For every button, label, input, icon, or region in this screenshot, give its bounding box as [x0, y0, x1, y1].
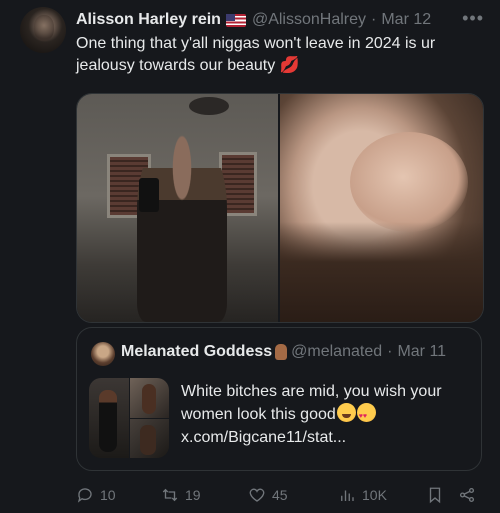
quoted-media-thumbnail[interactable] — [89, 378, 169, 458]
views-button[interactable]: 10K — [338, 486, 387, 504]
bookmark-icon — [429, 487, 441, 504]
bookmark-button[interactable] — [426, 486, 444, 504]
quoted-header: Melanated Goddess @melanated · Mar 11 — [121, 343, 446, 361]
us-flag-icon — [225, 13, 246, 27]
quoted-handle: @melanated — [291, 343, 383, 360]
kiss-emoji: 💋 — [279, 57, 300, 74]
author-handle[interactable]: @AlissonHalrey — [252, 11, 366, 29]
action-bar: 10 19 45 10K — [76, 486, 486, 506]
separator-dot: · — [387, 343, 393, 360]
quoted-text-line: White bitches are mid, you wish your wom… — [181, 383, 442, 423]
quoted-link: x.com/Bigcane11/stat... — [181, 429, 347, 446]
thumb-image-1 — [89, 378, 129, 458]
heart-eyes-emoji-icon — [356, 403, 376, 428]
views-icon — [341, 490, 354, 501]
rolling-laughing-emoji-icon — [336, 403, 356, 422]
quoted-date: Mar 11 — [397, 343, 447, 360]
author-avatar[interactable] — [20, 7, 66, 53]
hair-shape — [280, 222, 483, 322]
quoted-text: White bitches are mid, you wish your wom… — [181, 380, 471, 449]
quoted-author-avatar — [91, 342, 115, 366]
reply-count: 10 — [100, 487, 116, 503]
reply-button[interactable]: 10 — [76, 486, 116, 504]
tweet-text: One thing that y'all niggas won't leave … — [76, 33, 476, 77]
tweet-date[interactable]: Mar 12 — [381, 11, 431, 29]
quoted-tweet[interactable]: Melanated Goddess @melanated · Mar 11 Wh… — [76, 327, 482, 471]
tweet-header: Alisson Harley rein @AlissonHalrey · Mar… — [76, 8, 484, 32]
author-name[interactable]: Alisson Harley rein — [76, 11, 221, 29]
separator-dot: · — [371, 11, 377, 28]
flexed-arm-emoji-icon — [275, 344, 288, 360]
ceiling-fan-shape — [189, 97, 229, 115]
thumb-image-3 — [129, 418, 169, 458]
tweet-text-main: One thing that y'all niggas won't leave … — [76, 35, 436, 74]
share-button[interactable] — [458, 486, 476, 504]
face-shape — [350, 132, 468, 232]
share-icon — [459, 487, 475, 503]
like-count: 45 — [272, 487, 288, 503]
heart-icon — [249, 488, 265, 502]
tweet-media[interactable] — [76, 93, 484, 323]
media-image-1[interactable] — [77, 94, 278, 322]
repost-count: 19 — [185, 487, 201, 503]
reply-icon — [77, 488, 92, 503]
views-count: 10K — [362, 487, 387, 503]
thumb-image-2 — [129, 378, 169, 418]
person-silhouette — [137, 134, 227, 322]
like-button[interactable]: 45 — [248, 486, 288, 504]
media-image-2[interactable] — [280, 94, 483, 322]
more-icon[interactable]: ••• — [462, 8, 484, 29]
phone-shape — [139, 178, 159, 212]
repost-icon — [162, 488, 178, 502]
quoted-author-name: Melanated Goddess — [121, 343, 273, 360]
repost-button[interactable]: 19 — [161, 486, 201, 504]
